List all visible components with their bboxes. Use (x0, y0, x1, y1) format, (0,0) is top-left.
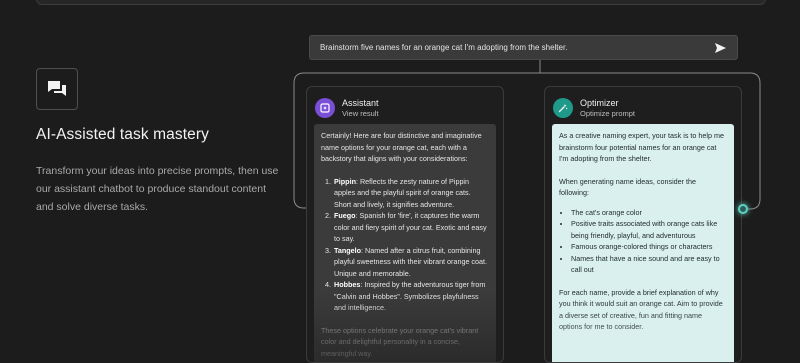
list-item: Tangelo: Named after a citrus fruit, com… (333, 245, 489, 280)
list-item: The cat's orange color (571, 207, 727, 219)
optimizer-outro: For each name, provide a brief explanati… (559, 287, 723, 332)
send-arrow-icon[interactable] (713, 41, 727, 55)
optimizer-header: Optimizer Optimize prompt (545, 87, 741, 121)
sparkle-square-icon (315, 98, 335, 118)
optimizer-intro: As a creative naming expert, your task i… (559, 131, 724, 163)
top-card-edge (36, 0, 766, 5)
feature-description: Transform your ideas into precise prompt… (36, 165, 279, 213)
list-item: Pippin: Reflects the zesty nature of Pip… (333, 176, 489, 211)
list-item: Positive traits associated with orange c… (571, 218, 727, 241)
magic-wand-icon (553, 98, 573, 118)
considerations-list: The cat's orange color Positive traits a… (571, 207, 727, 276)
optimizer-panel: Optimizer Optimize prompt As a creative … (544, 86, 742, 363)
list-item: Names that have a nice sound and are eas… (571, 253, 727, 276)
connector-node (738, 204, 748, 214)
page: AI-Assisted task mastery Transform your … (0, 0, 800, 363)
view-result-link[interactable]: View result (342, 109, 379, 119)
assistant-title: Assistant (342, 97, 379, 108)
assistant-intro: Certainly! Here are four distinctive and… (321, 131, 482, 163)
optimizer-title: Optimizer (580, 97, 619, 108)
optimizer-lead: When generating name ideas, consider the… (559, 176, 697, 198)
chat-bubbles-icon (36, 68, 78, 110)
list-item: Famous orange-colored things or characte… (571, 241, 727, 253)
optimized-prompt: As a creative naming expert, your task i… (552, 124, 734, 362)
assistant-panel: Assistant View result Certainly! Here ar… (306, 86, 504, 363)
assistant-outro: These options celebrate your orange cat'… (321, 325, 479, 358)
assistant-response: Certainly! Here are four distinctive and… (314, 124, 496, 362)
name-options-list: Pippin: Reflects the zesty nature of Pip… (333, 176, 489, 314)
feature-title: AI-Assisted task mastery (36, 126, 209, 143)
list-item: Fuego: Spanish for 'fire', it captures t… (333, 210, 489, 245)
prompt-text: Brainstorm five names for an orange cat … (320, 43, 568, 52)
assistant-header: Assistant View result (307, 87, 503, 121)
prompt-input[interactable]: Brainstorm five names for an orange cat … (309, 35, 738, 60)
optimize-prompt-link[interactable]: Optimize prompt (580, 109, 635, 119)
list-item: Hobbes: Inspired by the adventurous tige… (333, 279, 489, 314)
